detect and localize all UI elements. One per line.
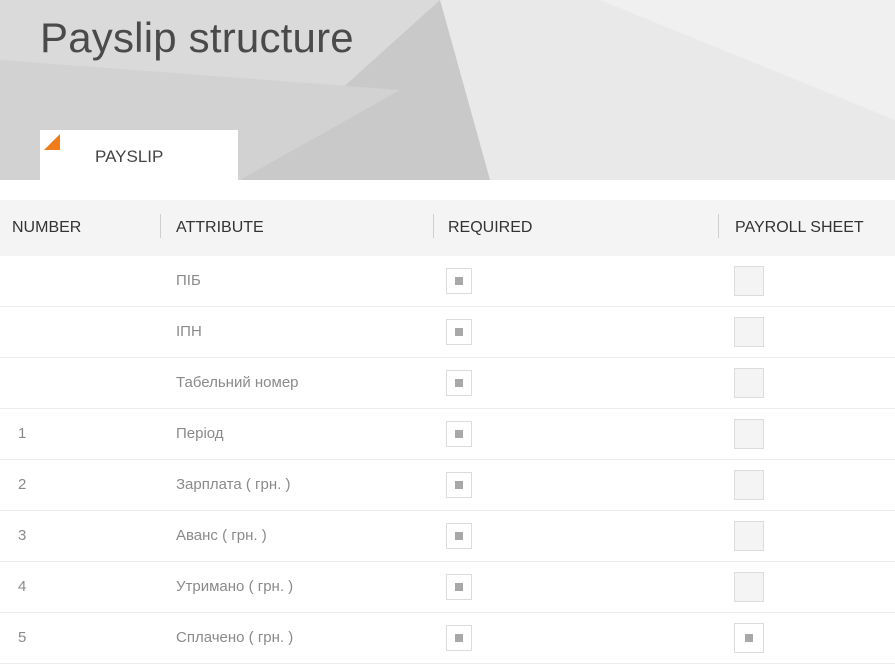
payroll-sheet-checkbox[interactable] — [734, 317, 764, 347]
payroll-sheet-checkbox[interactable] — [734, 368, 764, 398]
required-checkbox[interactable] — [446, 625, 472, 651]
payroll-sheet-checkbox[interactable] — [734, 266, 764, 296]
required-checkbox[interactable] — [446, 421, 472, 447]
table-row: 1 Період — [0, 409, 895, 460]
row-attribute: Табельний номер — [176, 374, 299, 391]
row-attribute: Аванс ( грн. ) — [176, 527, 267, 544]
table-header: NUMBER ATTRIBUTE REQUIRED PAYROLL SHEET — [0, 200, 895, 256]
payslip-attributes-table: NUMBER ATTRIBUTE REQUIRED PAYROLL SHEET … — [0, 200, 895, 664]
payroll-sheet-checkbox[interactable] — [734, 470, 764, 500]
required-checkbox[interactable] — [446, 472, 472, 498]
table-row: ПІБ — [0, 256, 895, 307]
tab-active-indicator — [44, 134, 60, 150]
row-attribute: Сплачено ( грн. ) — [176, 629, 294, 646]
column-header-attribute[interactable]: ATTRIBUTE — [176, 219, 264, 237]
table-row: Табельний номер — [0, 358, 895, 409]
row-number: 3 — [18, 527, 27, 544]
required-checkbox[interactable] — [446, 523, 472, 549]
payroll-sheet-checkbox[interactable] — [734, 419, 764, 449]
row-attribute: ІПН — [176, 323, 202, 340]
table-row: 5 Сплачено ( грн. ) — [0, 613, 895, 664]
tab-payslip[interactable]: PAYSLIP — [40, 130, 238, 180]
table-row: 3 Аванс ( грн. ) — [0, 511, 895, 562]
payroll-sheet-checkbox[interactable] — [734, 623, 764, 653]
row-attribute: Період — [176, 425, 224, 442]
table-row: 2 Зарплата ( грн. ) — [0, 460, 895, 511]
column-header-required[interactable]: REQUIRED — [448, 219, 532, 237]
column-separator — [718, 214, 719, 238]
table-row: ІПН — [0, 307, 895, 358]
row-number: 1 — [18, 425, 27, 442]
required-checkbox[interactable] — [446, 574, 472, 600]
row-number: 4 — [18, 578, 27, 595]
page-header: Payslip structure PAYSLIP — [0, 0, 895, 180]
row-attribute: Утримано ( грн. ) — [176, 578, 294, 595]
page-title: Payslip structure — [40, 14, 354, 61]
required-checkbox[interactable] — [446, 370, 472, 396]
table-row: 4 Утримано ( грн. ) — [0, 562, 895, 613]
column-separator — [433, 214, 434, 238]
required-checkbox[interactable] — [446, 268, 472, 294]
required-checkbox[interactable] — [446, 319, 472, 345]
payroll-sheet-checkbox[interactable] — [734, 572, 764, 602]
row-attribute: Зарплата ( грн. ) — [176, 476, 291, 493]
row-number: 2 — [18, 476, 27, 493]
payroll-sheet-checkbox[interactable] — [734, 521, 764, 551]
column-separator — [160, 214, 161, 238]
column-header-number[interactable]: NUMBER — [12, 219, 81, 237]
tab-label: PAYSLIP — [95, 147, 164, 166]
column-header-payroll-sheet[interactable]: PAYROLL SHEET — [735, 219, 864, 237]
row-attribute: ПІБ — [176, 272, 201, 289]
row-number: 5 — [18, 629, 27, 646]
